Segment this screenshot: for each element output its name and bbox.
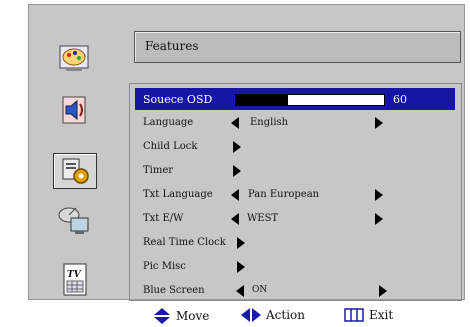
arrow-right-icon[interactable] [237,237,245,249]
arrow-left-icon[interactable] [231,189,239,201]
pic-misc-label: Pic Misc [143,261,186,272]
menu-row-language[interactable]: Language English [135,112,455,134]
arrow-right-icon[interactable] [375,117,383,129]
language-value: English [250,117,289,128]
arrow-right-icon[interactable] [375,213,383,225]
action-label: Action [266,308,305,322]
satellite-icon[interactable] [53,203,95,237]
arrow-right-icon[interactable] [237,261,245,273]
blue-screen-label: Blue Screen [143,285,205,296]
osd-panel: TV Features Souece OSD 60 Language Engli… [28,4,465,301]
arrow-left-icon[interactable] [231,117,239,129]
real-time-clock-label: Real Time Clock [143,237,226,248]
up-down-arrows-icon [154,308,170,324]
move-hint: Move [153,308,209,324]
features-title-box: Features [134,31,461,63]
txt-language-value: Pan European [248,189,320,200]
menu-row-blue-screen[interactable]: Blue Screen ON [135,280,455,302]
txt-language-label: Txt Language [143,189,213,200]
features-menu: Souece OSD 60 Language English Child Loc… [129,83,462,301]
features-icon[interactable] [53,153,97,189]
child-lock-label: Child Lock [143,141,198,152]
menu-row-txt-language[interactable]: Txt Language Pan European [135,184,455,206]
page-title: Features [145,39,199,53]
arrow-right-icon[interactable] [233,141,241,153]
txt-ew-value: WEST [247,213,279,224]
menu-row-source-osd[interactable]: Souece OSD 60 [135,88,455,110]
menu-icon [344,308,364,322]
tv-guide-icon[interactable]: TV [53,263,95,297]
arrow-right-icon[interactable] [375,189,383,201]
arrow-left-icon[interactable] [231,213,239,225]
menu-row-real-time-clock[interactable]: Real Time Clock [135,232,455,254]
menu-row-txt-ew[interactable]: Txt E/W WEST [135,208,455,230]
move-label: Move [176,309,210,323]
arrow-right-icon[interactable] [379,285,387,297]
language-label: Language [143,117,194,128]
txt-ew-label: Txt E/W [143,213,184,224]
timer-label: Timer [143,165,174,176]
menu-row-pic-misc[interactable]: Pic Misc [135,256,455,278]
tv-badge: TV [67,270,82,280]
arrow-left-icon[interactable] [236,285,244,297]
source-osd-label: Souece OSD [143,93,213,106]
exit-label: Exit [369,308,394,322]
osd-screen: TV Features Souece OSD 60 Language Engli… [0,0,470,327]
source-osd-slider[interactable] [235,94,385,106]
source-osd-slider-fill [236,95,288,105]
menu-row-child-lock[interactable]: Child Lock [135,136,455,158]
source-osd-value: 60 [393,93,407,106]
action-hint: Action [241,308,305,322]
footer-hints: Move Action Exit [0,300,470,327]
sidebar: TV [29,5,129,299]
picture-icon[interactable] [53,41,95,75]
menu-row-timer[interactable]: Timer [135,160,455,182]
left-right-arrows-icon [241,308,261,322]
blue-screen-value: ON [252,285,268,295]
exit-hint: Exit [344,308,393,322]
sound-icon[interactable] [53,93,95,127]
arrow-right-icon[interactable] [233,165,241,177]
